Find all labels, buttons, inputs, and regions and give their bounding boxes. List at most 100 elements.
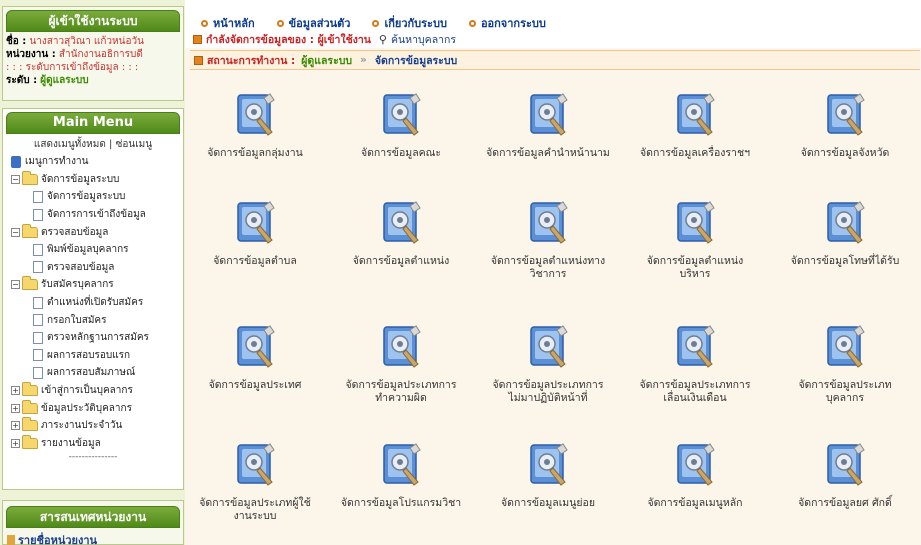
tile-label[interactable]: จัดการข้อมูลตำแหน่ง บริหาร bbox=[625, 255, 765, 281]
tile-label[interactable]: จัดการข้อมูลยศ ศักดิ์ bbox=[775, 497, 915, 510]
expand-icon[interactable]: + bbox=[11, 403, 20, 413]
management-tile[interactable]: จัดการข้อมูลประเภท บุคลากร bbox=[775, 324, 915, 405]
settings-tool-icon[interactable] bbox=[674, 324, 716, 370]
tile-label[interactable]: จัดการข้อมูลประเภทการ ไม่มาปฏิบัติหน้าที่ bbox=[478, 379, 618, 405]
management-tile[interactable]: จัดการข้อมูลตำแหน่ง bbox=[331, 200, 471, 268]
settings-tool-icon[interactable] bbox=[824, 442, 866, 488]
menu-item-label: ผลการสอบสัมภาษณ์ bbox=[47, 367, 136, 379]
org-info-panel: สารสนเทศหน่วยงาน รายชื่อหน่วยงาน bbox=[2, 500, 184, 545]
menu-item[interactable]: จัดการข้อมูลระบบ bbox=[11, 188, 183, 206]
collapse-icon[interactable]: − bbox=[11, 227, 20, 237]
tile-label[interactable]: จัดการข้อมูลตำบล bbox=[185, 255, 325, 268]
menu-item[interactable]: ผลการสอบสัมภาษณ์ bbox=[11, 364, 183, 382]
tile-label[interactable]: จัดการข้อมูลโปรแกรมวิชา bbox=[331, 497, 471, 510]
tile-label[interactable]: จัดการข้อมูลกลุ่มงาน bbox=[185, 147, 325, 160]
settings-tool-icon[interactable] bbox=[234, 324, 276, 370]
settings-tool-icon[interactable] bbox=[674, 442, 716, 488]
nav-logout[interactable]: ออกจากระบบ bbox=[468, 14, 546, 32]
square-bullet-icon bbox=[193, 35, 202, 44]
status-page: จัดการข้อมูลระบบ bbox=[374, 54, 458, 67]
settings-tool-icon[interactable] bbox=[824, 200, 866, 246]
menu-group[interactable]: − จัดการข้อมูลระบบ bbox=[11, 170, 183, 189]
tile-label[interactable]: จัดการข้อมูลตำแหน่ง bbox=[331, 255, 471, 268]
nav-home[interactable]: หน้าหลัก bbox=[201, 14, 255, 32]
management-tile[interactable]: จัดการข้อมูลประเภทการ ทำความผิด bbox=[331, 324, 471, 405]
tile-label[interactable]: จัดการข้อมูลประเภทการ เลื่อนเงินเดือน bbox=[625, 379, 765, 405]
tile-label[interactable]: จัดการข้อมูลประเภทการ ทำความผิด bbox=[331, 379, 471, 405]
settings-tool-icon[interactable] bbox=[527, 200, 569, 246]
tile-label[interactable]: จัดการข้อมูลโทษที่ได้รับ bbox=[775, 255, 915, 268]
settings-tool-icon[interactable] bbox=[380, 200, 422, 246]
management-tile[interactable]: จัดการข้อมูลตำบล bbox=[185, 200, 325, 268]
menu-item[interactable]: ตำแหน่งที่เปิดรับสมัคร bbox=[11, 294, 183, 312]
settings-tool-icon[interactable] bbox=[674, 200, 716, 246]
menu-group[interactable]: + เข้าสู่การเป็นบุคลากร bbox=[11, 382, 183, 400]
management-tile[interactable]: จัดการข้อมูลตำแหน่งทาง วิชาการ bbox=[478, 200, 618, 281]
tile-label-line: จัดการข้อมูลตำแหน่ง bbox=[646, 255, 744, 267]
management-tile[interactable]: จัดการข้อมูลประเทศ bbox=[185, 324, 325, 392]
hide-menu-link[interactable]: ซ่อนเมนู bbox=[116, 139, 152, 150]
menu-item[interactable]: ตรวจหลักฐานการสมัคร bbox=[11, 329, 183, 347]
management-tile[interactable]: จัดการข้อมูลคณะ bbox=[331, 92, 471, 160]
tile-label[interactable]: จัดการข้อมูลเมนูหลัก bbox=[625, 497, 765, 510]
settings-tool-icon[interactable] bbox=[674, 92, 716, 138]
tile-label[interactable]: จัดการข้อมูลคำนำหน้านาม bbox=[478, 147, 618, 160]
status-role: ผู้ดูแลระบบ bbox=[301, 54, 353, 67]
settings-tool-icon[interactable] bbox=[527, 92, 569, 138]
show-all-menu-link[interactable]: แสดงเมนูทั้งหมด bbox=[34, 139, 106, 150]
search-personnel-link[interactable]: ค้นหาบุคลากร bbox=[391, 31, 456, 48]
menu-group[interactable]: + รายงานข้อมูล bbox=[11, 434, 183, 453]
collapse-icon[interactable]: − bbox=[11, 280, 20, 290]
management-tile[interactable]: จัดการข้อมูลโทษที่ได้รับ bbox=[775, 200, 915, 268]
management-tile[interactable]: จัดการข้อมูลโปรแกรมวิชา bbox=[331, 442, 471, 510]
settings-tool-icon[interactable] bbox=[234, 442, 276, 488]
management-tile[interactable]: จัดการข้อมูลเมนูย่อย bbox=[478, 442, 618, 510]
collapse-icon[interactable]: − bbox=[11, 174, 20, 184]
settings-tool-icon[interactable] bbox=[234, 200, 276, 246]
settings-tool-icon[interactable] bbox=[527, 442, 569, 488]
search-icon: ⚲ bbox=[378, 33, 387, 46]
settings-tool-icon[interactable] bbox=[527, 324, 569, 370]
menu-item[interactable]: ตรวจสอบข้อมูล bbox=[11, 259, 183, 277]
management-tile[interactable]: จัดการข้อมูลกลุ่มงาน bbox=[185, 92, 325, 160]
menu-root[interactable]: เมนูการทำงาน bbox=[11, 153, 183, 171]
management-tile[interactable]: จัดการข้อมูลประเภทการ เลื่อนเงินเดือน bbox=[625, 324, 765, 405]
management-tile[interactable]: จัดการข้อมูลประเภทการ ไม่มาปฏิบัติหน้าที่ bbox=[478, 324, 618, 405]
management-tile[interactable]: จัดการข้อมูลยศ ศักดิ์ bbox=[775, 442, 915, 510]
menu-group[interactable]: + ข้อมูลประวัติบุคลากร bbox=[11, 399, 183, 417]
management-tile[interactable]: จัดการข้อมูลเมนูหลัก bbox=[625, 442, 765, 510]
settings-tool-icon[interactable] bbox=[380, 442, 422, 488]
nav-profile[interactable]: ข้อมูลส่วนตัว bbox=[276, 14, 350, 32]
tile-label[interactable]: จัดการข้อมูลจังหวัด bbox=[775, 147, 915, 160]
management-tile[interactable]: จัดการข้อมูลคำนำหน้านาม bbox=[478, 92, 618, 160]
expand-icon[interactable]: + bbox=[11, 386, 20, 396]
management-tile[interactable]: จัดการข้อมูลจังหวัด bbox=[775, 92, 915, 160]
nav-about[interactable]: เกี่ยวกับระบบ bbox=[372, 14, 447, 32]
menu-item[interactable]: ผลการสอบรอบแรก bbox=[11, 347, 183, 365]
menu-group[interactable]: − รับสมัครบุคลากร bbox=[11, 276, 183, 294]
menu-group[interactable]: + ภาระงานประจำวัน bbox=[11, 417, 183, 435]
management-tile[interactable]: จัดการข้อมูลตำแหน่ง บริหาร bbox=[625, 200, 765, 281]
expand-icon[interactable]: + bbox=[11, 421, 20, 431]
management-tile[interactable]: จัดการข้อมูลประเภทผู้ใช้ งานระบบ bbox=[185, 442, 325, 523]
tile-label[interactable]: จัดการข้อมูลประเภท บุคลากร bbox=[775, 379, 915, 405]
tile-label[interactable]: จัดการข้อมูลเครื่องราชฯ bbox=[625, 147, 765, 160]
expand-icon[interactable]: + bbox=[11, 438, 20, 448]
tile-label[interactable]: จัดการข้อมูลเมนูย่อย bbox=[478, 497, 618, 510]
tile-label[interactable]: จัดการข้อมูลตำแหน่งทาง วิชาการ bbox=[478, 255, 618, 281]
menu-item[interactable]: จัดการการเข้าถึงข้อมูล bbox=[11, 206, 183, 224]
org-list-link[interactable]: รายชื่อหน่วยงาน bbox=[3, 531, 183, 545]
menu-item[interactable]: พิมพ์ข้อมูลบุคลากร bbox=[11, 241, 183, 259]
nav-bar: หน้าหลัก ข้อมูลส่วนตัว เกี่ยวกับระบบ ออก… bbox=[201, 14, 546, 32]
menu-item[interactable]: กรอกใบสมัคร bbox=[11, 311, 183, 329]
tile-label[interactable]: จัดการข้อมูลประเทศ bbox=[185, 379, 325, 392]
settings-tool-icon[interactable] bbox=[380, 324, 422, 370]
settings-tool-icon[interactable] bbox=[824, 92, 866, 138]
settings-tool-icon[interactable] bbox=[234, 92, 276, 138]
menu-group[interactable]: − ตรวจสอบข้อมูล bbox=[11, 223, 183, 241]
tile-label[interactable]: จัดการข้อมูลประเภทผู้ใช้ งานระบบ bbox=[185, 497, 325, 523]
tile-label[interactable]: จัดการข้อมูลคณะ bbox=[331, 147, 471, 160]
settings-tool-icon[interactable] bbox=[380, 92, 422, 138]
management-tile[interactable]: จัดการข้อมูลเครื่องราชฯ bbox=[625, 92, 765, 160]
settings-tool-icon[interactable] bbox=[824, 324, 866, 370]
